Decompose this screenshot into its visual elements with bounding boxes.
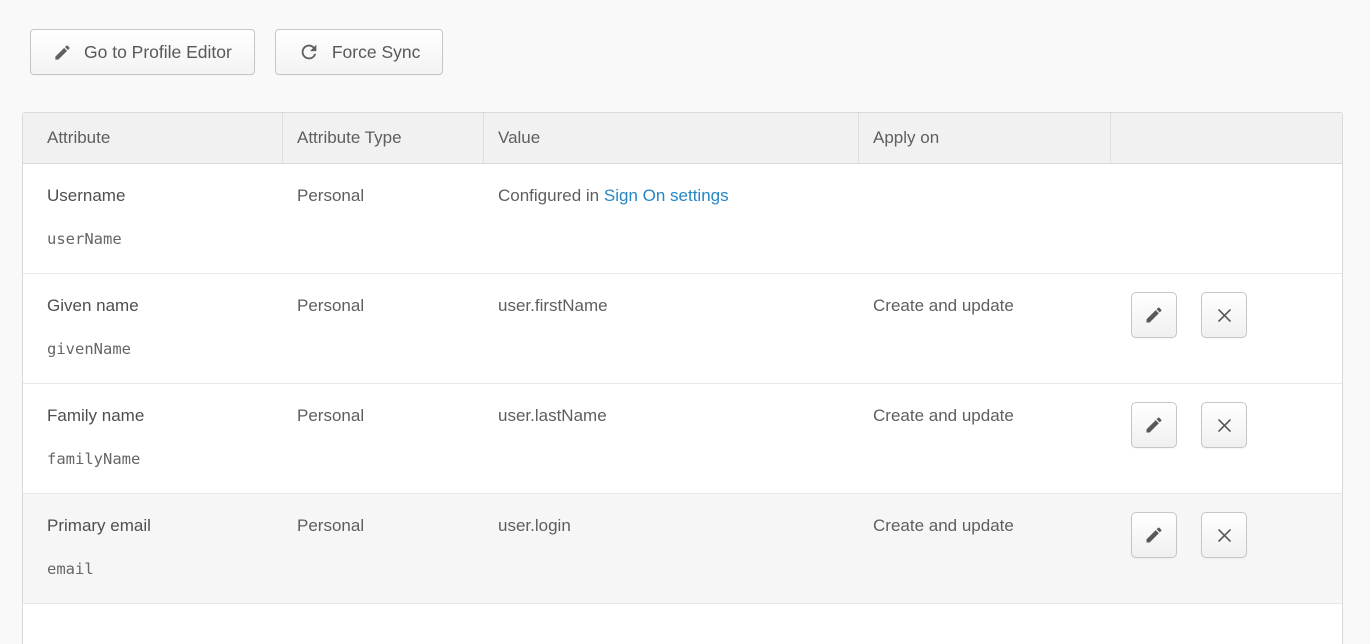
edit-attribute-button[interactable] bbox=[1131, 512, 1177, 558]
attribute-label: Primary email bbox=[47, 515, 269, 536]
column-header-value: Value bbox=[484, 113, 859, 163]
attribute-cell: Username userName bbox=[23, 164, 283, 273]
attribute-type-cell: Personal bbox=[283, 164, 484, 273]
value-prefix: Configured in bbox=[498, 186, 599, 205]
toolbar: Go to Profile Editor Force Sync bbox=[30, 29, 443, 75]
table-row: Primary email email Personal user.login … bbox=[23, 494, 1342, 604]
pencil-icon bbox=[1144, 415, 1164, 435]
edit-attribute-button[interactable] bbox=[1131, 292, 1177, 338]
attribute-cell: Family name familyName bbox=[23, 384, 283, 493]
pencil-icon bbox=[1144, 525, 1164, 545]
apply-on-cell bbox=[859, 164, 1111, 273]
x-icon bbox=[1215, 526, 1234, 545]
sign-on-settings-link[interactable]: Sign On settings bbox=[604, 186, 729, 205]
apply-on-cell: Create and update bbox=[859, 274, 1111, 383]
go-to-profile-editor-label: Go to Profile Editor bbox=[84, 42, 232, 63]
force-sync-label: Force Sync bbox=[332, 42, 421, 63]
attribute-variable: userName bbox=[47, 230, 269, 249]
x-icon bbox=[1215, 306, 1234, 325]
pencil-icon bbox=[53, 43, 72, 62]
go-to-profile-editor-button[interactable]: Go to Profile Editor bbox=[30, 29, 255, 75]
force-sync-button[interactable]: Force Sync bbox=[275, 29, 444, 75]
value-cell: user.login bbox=[484, 494, 859, 603]
apply-on-cell: Create and update bbox=[859, 384, 1111, 493]
column-header-apply-on: Apply on bbox=[859, 113, 1111, 163]
attribute-mapping-table: Attribute Attribute Type Value Apply on … bbox=[22, 112, 1343, 644]
attribute-cell: Given name givenName bbox=[23, 274, 283, 383]
table-row: Given name givenName Personal user.first… bbox=[23, 274, 1342, 384]
attribute-type-cell: Personal bbox=[283, 274, 484, 383]
value-cell: user.firstName bbox=[484, 274, 859, 383]
table-header-row: Attribute Attribute Type Value Apply on bbox=[23, 113, 1342, 164]
attribute-label: Given name bbox=[47, 295, 269, 316]
attribute-type-cell: Personal bbox=[283, 494, 484, 603]
actions-cell bbox=[1111, 164, 1344, 273]
column-header-attribute-type: Attribute Type bbox=[283, 113, 484, 163]
attribute-label: Username bbox=[47, 185, 269, 206]
actions-cell bbox=[1111, 274, 1344, 383]
delete-attribute-button[interactable] bbox=[1201, 402, 1247, 448]
attribute-variable: givenName bbox=[47, 340, 269, 359]
actions-cell bbox=[1111, 384, 1344, 493]
attribute-label: Family name bbox=[47, 405, 269, 426]
edit-attribute-button[interactable] bbox=[1131, 402, 1177, 448]
delete-attribute-button[interactable] bbox=[1201, 292, 1247, 338]
refresh-icon bbox=[298, 41, 320, 63]
apply-on-cell: Create and update bbox=[859, 494, 1111, 603]
x-icon bbox=[1215, 416, 1234, 435]
actions-cell bbox=[1111, 494, 1344, 603]
value-cell: user.lastName bbox=[484, 384, 859, 493]
table-row: Username userName Personal Configured in… bbox=[23, 164, 1342, 274]
pencil-icon bbox=[1144, 305, 1164, 325]
delete-attribute-button[interactable] bbox=[1201, 512, 1247, 558]
attribute-cell: Primary email email bbox=[23, 494, 283, 603]
value-cell: Configured in Sign On settings bbox=[484, 164, 859, 273]
column-header-attribute: Attribute bbox=[23, 113, 283, 163]
table-row: Family name familyName Personal user.las… bbox=[23, 384, 1342, 494]
attribute-type-cell: Personal bbox=[283, 384, 484, 493]
table-row bbox=[23, 604, 1342, 644]
attribute-variable: familyName bbox=[47, 450, 269, 469]
attribute-variable: email bbox=[47, 560, 269, 579]
column-header-actions bbox=[1111, 113, 1344, 163]
